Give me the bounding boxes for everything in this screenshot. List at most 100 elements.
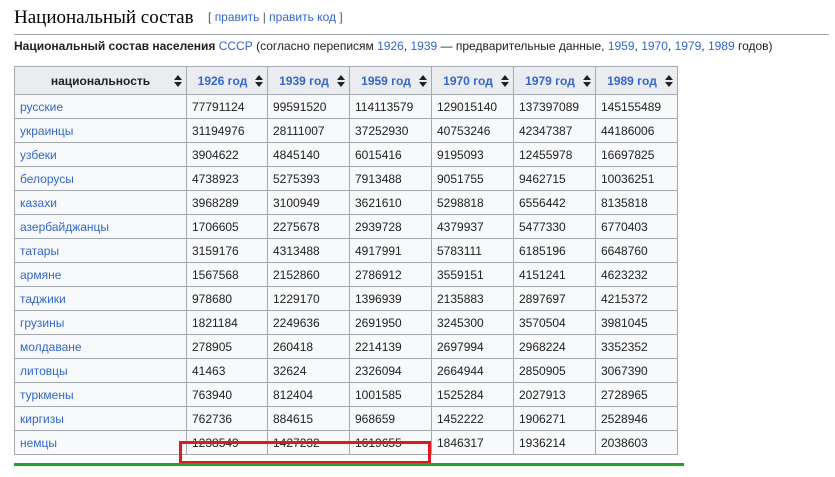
header-nationality[interactable]: национальность: [14, 66, 187, 95]
population-cell: 762736: [186, 406, 268, 431]
population-cell: 2897697: [513, 286, 596, 311]
population-cell: 114113579: [349, 94, 432, 119]
header-label: 1959 год: [361, 73, 411, 88]
bracket-close: ]: [339, 10, 343, 24]
header-year-1959[interactable]: 1959 год: [349, 66, 432, 95]
caption-text-a: (согласно переписям: [256, 39, 374, 53]
population-cell: 3621610: [349, 190, 432, 215]
header-year-1939[interactable]: 1939 год: [267, 66, 350, 95]
population-cell: 2664944: [431, 358, 514, 383]
population-cell: 1846317: [431, 430, 514, 455]
population-cell: 99591520: [267, 94, 350, 119]
population-cell: 2214139: [349, 334, 432, 359]
population-cell: 32624: [267, 358, 350, 383]
sort-icon[interactable]: [337, 75, 345, 87]
table-row: литовцы 41463 32624 2326094 2664944 2850905 30…: [14, 358, 678, 383]
population-cell: 2275678: [267, 214, 350, 239]
header-year-1979[interactable]: 1979 год: [513, 66, 596, 95]
nationality-link[interactable]: русские: [14, 94, 187, 119]
section-title: Национальный состав: [14, 7, 194, 28]
population-cell: 4313488: [267, 238, 350, 263]
population-cell: 9051755: [431, 166, 514, 191]
population-cell: 763940: [186, 382, 268, 407]
population-cell: 4379937: [431, 214, 514, 239]
population-cell: 2528946: [595, 406, 678, 431]
census-1959-link[interactable]: 1959: [608, 39, 635, 53]
table-row: молдаване 278905 260418 2214139 2697994 29682…: [14, 334, 678, 359]
population-cell: 77791124: [186, 94, 268, 119]
population-cell: 40753246: [431, 118, 514, 143]
population-cell: 7913488: [349, 166, 432, 191]
census-1989-link[interactable]: 1989: [708, 39, 735, 53]
sort-icon[interactable]: [665, 75, 673, 87]
population-cell: 41463: [186, 358, 268, 383]
header-label: 1979 год: [525, 73, 575, 88]
sort-icon[interactable]: [255, 75, 263, 87]
nationality-link[interactable]: таджики: [14, 286, 187, 311]
table-row: узбеки 3904622 4845140 6015416 9195093 124559…: [14, 142, 678, 167]
census-1970-link[interactable]: 1970: [641, 39, 668, 53]
population-cell: 1396939: [349, 286, 432, 311]
caption-text-c: годов): [737, 39, 773, 53]
nationality-link[interactable]: молдаване: [14, 334, 187, 359]
sort-icon[interactable]: [501, 75, 509, 87]
nationality-link[interactable]: немцы: [14, 430, 187, 455]
population-cell: 4917991: [349, 238, 432, 263]
population-cell: 4738923: [186, 166, 268, 191]
nationality-link[interactable]: литовцы: [14, 358, 187, 383]
population-cell: 37252930: [349, 118, 432, 143]
population-cell: 1821184: [186, 310, 268, 335]
census-1939-link[interactable]: 1939: [411, 39, 438, 53]
population-cell: 3968289: [186, 190, 268, 215]
population-cell: 2135883: [431, 286, 514, 311]
population-cell: 42347387: [513, 118, 596, 143]
population-cell: 3559151: [431, 262, 514, 287]
table-header-row: национальность 1926 год 1939 год 1959 год 19…: [14, 66, 678, 95]
population-cell: 16697825: [595, 142, 678, 167]
population-cell: 2728965: [595, 382, 678, 407]
table-row: украинцы 31194976 28111007 37252930 40753246…: [14, 118, 678, 143]
population-cell: 3067390: [595, 358, 678, 383]
edit-link[interactable]: править: [215, 10, 260, 24]
population-cell: 3352352: [595, 334, 678, 359]
nationality-link[interactable]: киргизы: [14, 406, 187, 431]
population-cell: 2968224: [513, 334, 596, 359]
edit-code-link[interactable]: править код: [269, 10, 336, 24]
population-cell: 6556442: [513, 190, 596, 215]
sort-icon[interactable]: [583, 75, 591, 87]
population-cell: 12455978: [513, 142, 596, 167]
section-heading: Национальный состав [ править | править …: [14, 4, 829, 35]
header-year-1989[interactable]: 1989 год: [595, 66, 678, 95]
population-cell: 129015140: [431, 94, 514, 119]
population-cell: 6648760: [595, 238, 678, 263]
nationality-link[interactable]: белорусы: [14, 166, 187, 191]
population-cell: 5298818: [431, 190, 514, 215]
table-row: белорусы 4738923 5275393 7913488 9051755 9462…: [14, 166, 678, 191]
census-1979-link[interactable]: 1979: [675, 39, 702, 53]
nationality-link[interactable]: казахи: [14, 190, 187, 215]
sort-icon[interactable]: [419, 75, 427, 87]
nationality-table: национальность 1926 год 1939 год 1959 год 19…: [14, 66, 678, 455]
header-year-1926[interactable]: 1926 год: [186, 66, 268, 95]
census-1926-link[interactable]: 1926: [377, 39, 404, 53]
header-year-1970[interactable]: 1970 год: [431, 66, 514, 95]
population-cell: 3570504: [513, 310, 596, 335]
table-row: казахи 3968289 3100949 3621610 5298818 655644…: [14, 190, 678, 215]
population-cell: 5477330: [513, 214, 596, 239]
nationality-link[interactable]: татары: [14, 238, 187, 263]
nationality-link[interactable]: армяне: [14, 262, 187, 287]
population-cell: 5783111: [431, 238, 514, 263]
population-cell: 44186006: [595, 118, 678, 143]
ussr-link[interactable]: СССР: [219, 39, 253, 53]
nationality-link[interactable]: азербайджанцы: [14, 214, 187, 239]
table-caption: Национальный состав населения СССР (согл…: [14, 39, 773, 53]
nationality-link[interactable]: туркмены: [14, 382, 187, 407]
population-cell: 10036251: [595, 166, 678, 191]
sort-icon[interactable]: [174, 75, 182, 87]
nationality-link[interactable]: украинцы: [14, 118, 187, 143]
nationality-link[interactable]: грузины: [14, 310, 187, 335]
nationality-link[interactable]: узбеки: [14, 142, 187, 167]
population-cell: 2038603: [595, 430, 678, 455]
header-label: 1989 год: [607, 73, 657, 88]
population-cell: 8135818: [595, 190, 678, 215]
